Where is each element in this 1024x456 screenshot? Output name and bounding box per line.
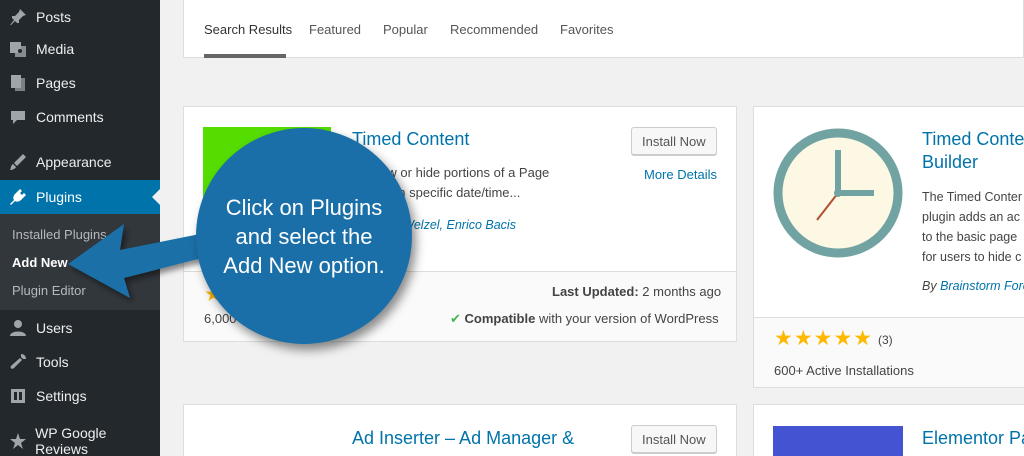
menu-label: Settings xyxy=(36,388,87,404)
menu-label: Comments xyxy=(36,109,104,125)
submenu-add-new[interactable]: Add New xyxy=(12,255,68,270)
appearance-icon xyxy=(0,153,36,171)
last-updated-label: Last Updated: xyxy=(552,284,639,299)
instruction-callout: Click on Plugins and select the Add New … xyxy=(196,128,412,344)
plugin-title-line2[interactable]: Builder xyxy=(922,151,978,173)
callout-text: Click on Plugins and select the Add New … xyxy=(223,194,385,278)
plugin-title[interactable]: Ad Inserter – Ad Manager & xyxy=(352,427,574,449)
menu-users[interactable]: Users xyxy=(0,311,160,345)
media-icon xyxy=(0,40,36,58)
plugin-description-line3: to the basic page xyxy=(922,230,1018,244)
menu-tools[interactable]: Tools xyxy=(0,345,160,379)
menu-label: WP Google Reviews xyxy=(35,425,107,456)
plugin-title[interactable]: Timed Content xyxy=(352,128,469,150)
tab-favorites[interactable]: Favorites xyxy=(560,22,613,37)
tools-icon xyxy=(0,353,36,371)
by-label: By xyxy=(922,279,937,293)
compatible-text: with your version of WordPress xyxy=(538,311,719,326)
active-installs: 600+ Active Installations xyxy=(774,363,914,378)
plugin-author-line: By Brainstorm Forc xyxy=(922,279,1024,293)
menu-wp-google-reviews[interactable]: WP Google Reviews xyxy=(0,424,160,456)
compatible-label: Compatible xyxy=(464,311,536,326)
menu-label: Appearance xyxy=(36,154,112,170)
plugin-description-line2: plugin adds an ac xyxy=(922,210,1020,224)
menu-label: Posts xyxy=(36,9,72,25)
plugin-card-ad-inserter: Ad Inserter – Ad Manager & Install Now xyxy=(183,404,737,456)
plugin-card-elementor: Elementor Pa xyxy=(753,404,1024,456)
menu-label: Media xyxy=(36,41,75,57)
plugin-card-footer: ★★★★★ (3) 600+ Active Installations xyxy=(754,317,1024,387)
plugin-description-line4: for users to hide c xyxy=(922,250,1022,264)
menu-settings[interactable]: Settings xyxy=(0,379,160,413)
rating-count: (3) xyxy=(878,333,893,347)
active-tab-indicator xyxy=(204,54,286,58)
tab-search-results[interactable]: Search Results xyxy=(204,22,292,37)
tab-popular[interactable]: Popular xyxy=(383,22,428,37)
plugin-title[interactable]: Elementor Pa xyxy=(922,427,1024,449)
last-updated-value: 2 months ago xyxy=(642,284,722,299)
pin-icon xyxy=(0,8,36,26)
clock-icon[interactable] xyxy=(773,128,903,258)
plugin-thumbnail[interactable] xyxy=(773,426,903,456)
install-now-button[interactable]: Install Now xyxy=(631,425,717,453)
comments-icon xyxy=(0,108,36,126)
settings-icon xyxy=(0,387,36,405)
menu-label: Tools xyxy=(36,354,69,370)
last-updated: Last Updated: 2 months ago xyxy=(552,284,721,299)
rating-stars: ★★★★★ xyxy=(774,327,874,350)
plugins-icon xyxy=(0,188,36,206)
plugin-filter-tabs: Search Results Featured Popular Recommen… xyxy=(183,0,1024,58)
menu-pages[interactable]: Pages xyxy=(0,66,160,100)
plugin-title-line1[interactable]: Timed Conte xyxy=(922,128,1024,150)
check-icon: ✔ xyxy=(450,311,461,326)
compatibility-status: ✔ Compatible with your version of WordPr… xyxy=(450,311,719,327)
menu-plugins[interactable]: Plugins xyxy=(0,180,160,214)
users-icon xyxy=(0,319,36,337)
menu-label: Pages xyxy=(36,75,76,91)
menu-label: Users xyxy=(36,320,73,336)
tab-recommended[interactable]: Recommended xyxy=(450,22,538,37)
menu-media[interactable]: Media xyxy=(0,32,160,66)
menu-posts[interactable]: Posts xyxy=(0,0,160,34)
plugin-author[interactable]: Brainstorm Forc xyxy=(940,279,1024,293)
install-now-button[interactable]: Install Now xyxy=(631,127,717,155)
more-details-link[interactable]: More Details xyxy=(644,167,717,182)
callout-arrow xyxy=(68,224,202,298)
plugin-description-line1: The Timed Conter xyxy=(922,190,1023,204)
pages-icon xyxy=(0,74,36,92)
menu-label: Plugins xyxy=(36,189,82,205)
menu-appearance[interactable]: Appearance xyxy=(0,145,160,179)
reviews-icon xyxy=(0,432,35,450)
tab-featured[interactable]: Featured xyxy=(309,22,361,37)
plugin-card-timed-builder: Timed Conte Builder The Timed Conter plu… xyxy=(753,106,1024,388)
menu-comments[interactable]: Comments xyxy=(0,100,160,134)
